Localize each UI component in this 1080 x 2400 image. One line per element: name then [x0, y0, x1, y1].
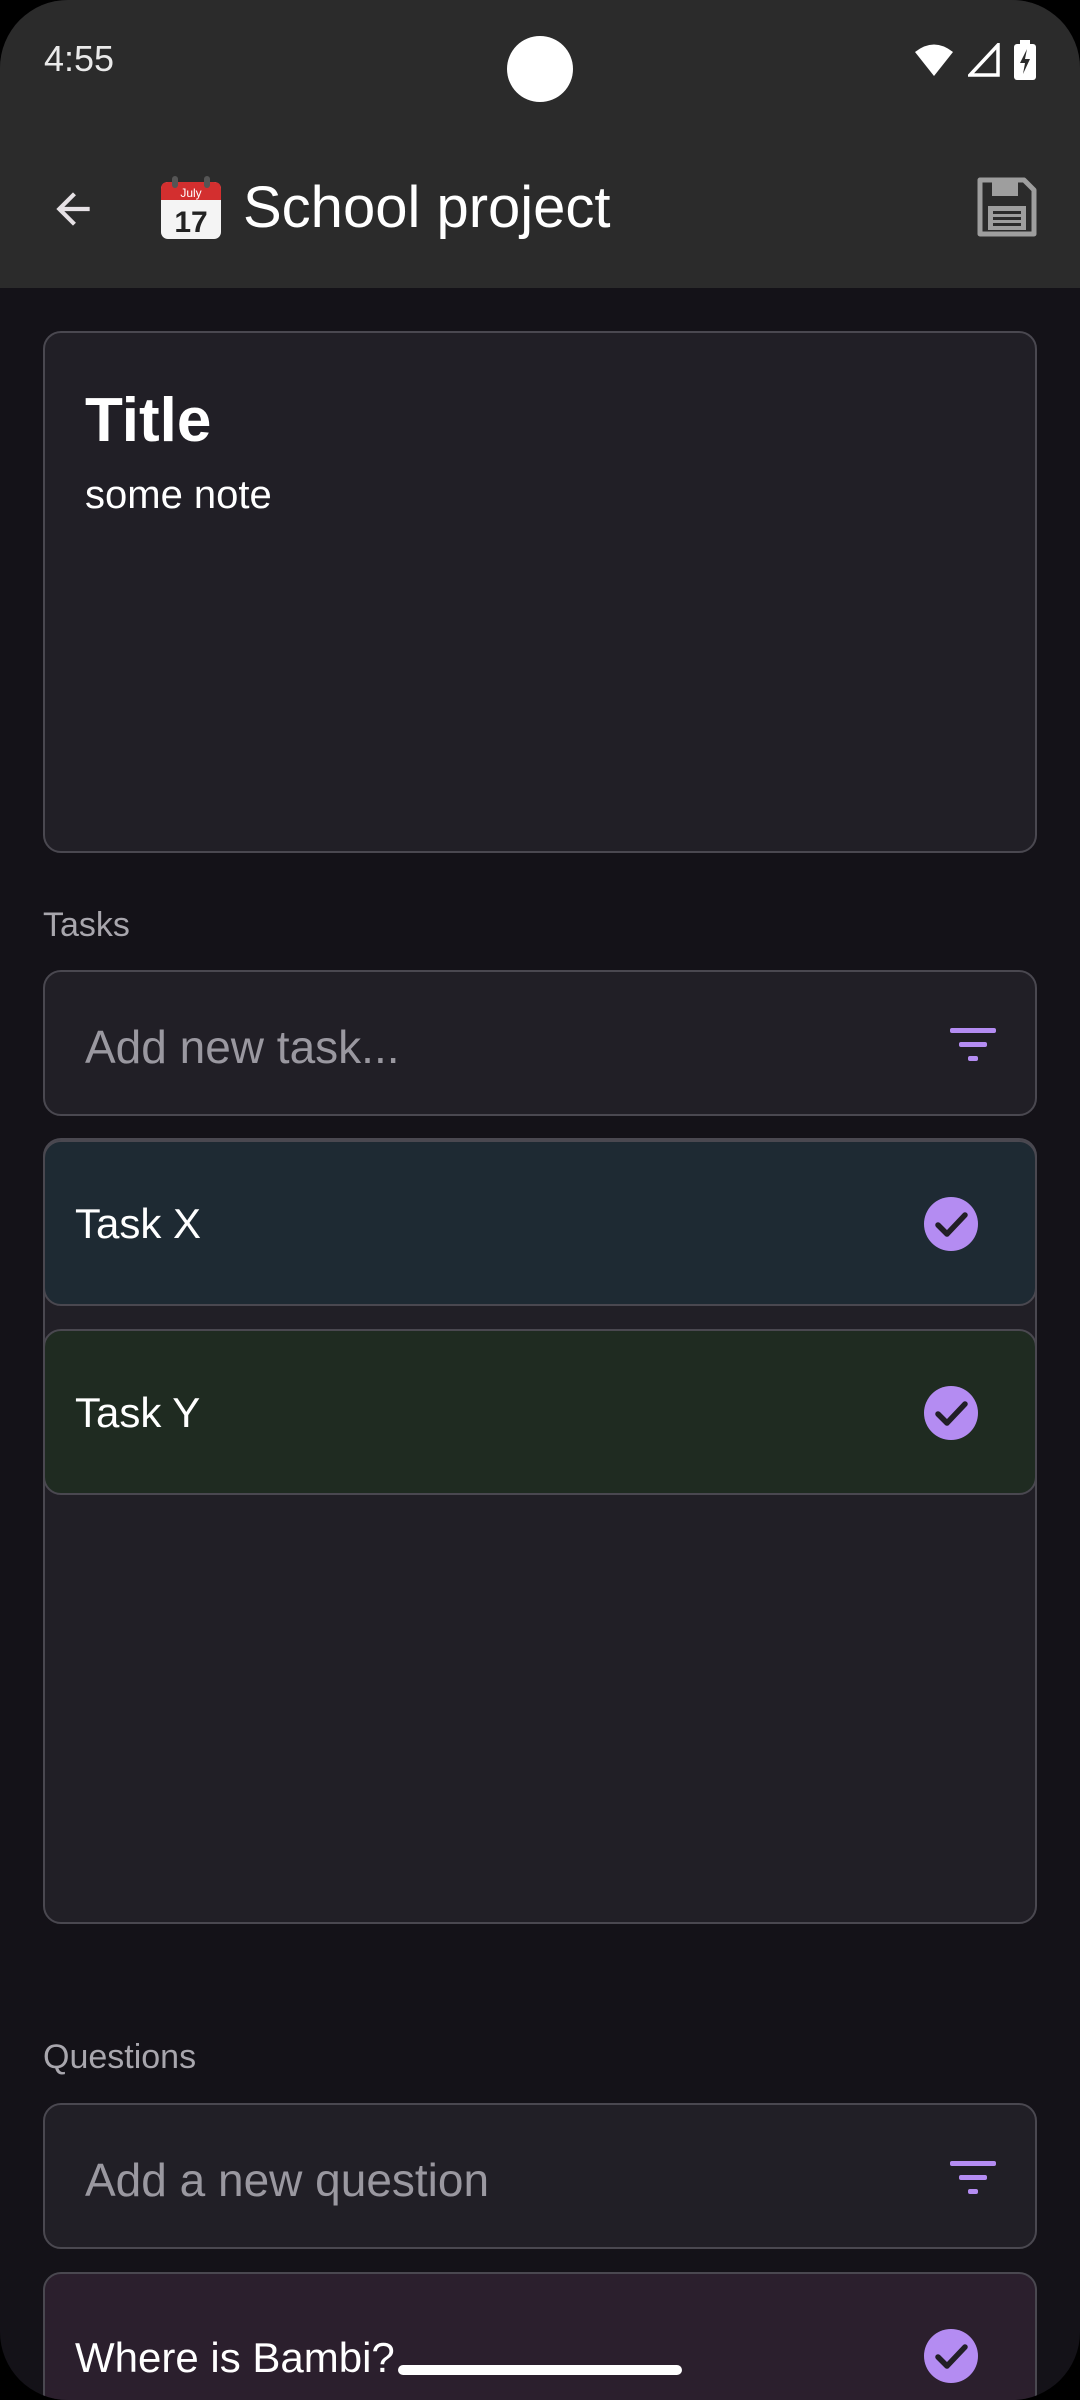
status-icons — [914, 40, 1036, 80]
cellular-signal-icon — [968, 43, 1000, 77]
battery-icon — [1014, 40, 1036, 80]
question-item[interactable]: Where is Bambi? — [43, 2272, 1037, 2400]
add-question-placeholder: Add a new question — [85, 2154, 490, 2206]
task-item-label: Task X — [75, 1200, 202, 1247]
page-title: School project — [243, 175, 611, 240]
add-question-input[interactable]: Add a new question — [43, 2103, 1037, 2249]
question-filter-button[interactable] — [945, 2149, 1001, 2205]
status-bar: 4:55 — [0, 0, 1080, 130]
app-bar: July 17 School project — [0, 130, 1080, 288]
add-task-input[interactable]: Add new task... — [43, 970, 1037, 1116]
wifi-icon — [915, 44, 953, 76]
check-circle-icon[interactable] — [923, 2328, 979, 2384]
filter-icon — [950, 2161, 996, 2194]
calendar-emoji-icon: July 17 — [161, 176, 221, 239]
filter-icon — [950, 1028, 996, 1061]
task-item[interactable]: Task X — [43, 1140, 1037, 1306]
arrow-back-icon — [56, 192, 90, 226]
camera-cutout — [507, 36, 573, 102]
save-button[interactable] — [972, 172, 1042, 242]
calendar-month: July — [180, 186, 201, 200]
add-task-placeholder: Add new task... — [85, 1021, 400, 1073]
check-circle-icon[interactable] — [923, 1385, 979, 1441]
task-filter-button[interactable] — [945, 1016, 1001, 1072]
status-time: 4:55 — [44, 38, 115, 79]
tasks-section-label: Tasks — [43, 906, 130, 944]
floppy-disk-icon — [977, 177, 1037, 237]
check-circle-icon[interactable] — [923, 1196, 979, 1252]
questions-section-label: Questions — [43, 2038, 197, 2076]
task-item-label: Task Y — [75, 1389, 201, 1436]
calendar-day: 17 — [174, 206, 207, 239]
question-item-label: Where is Bambi? — [75, 2334, 395, 2381]
task-item[interactable]: Task Y — [43, 1329, 1037, 1495]
device-screen: 4:55 July 17 School project Title some n… — [0, 0, 1080, 2400]
back-button[interactable] — [38, 174, 108, 244]
note-body[interactable]: some note — [85, 473, 272, 518]
note-editor[interactable]: Title some note — [43, 331, 1037, 853]
home-indicator[interactable] — [398, 2365, 682, 2375]
note-title[interactable]: Title — [85, 385, 211, 456]
